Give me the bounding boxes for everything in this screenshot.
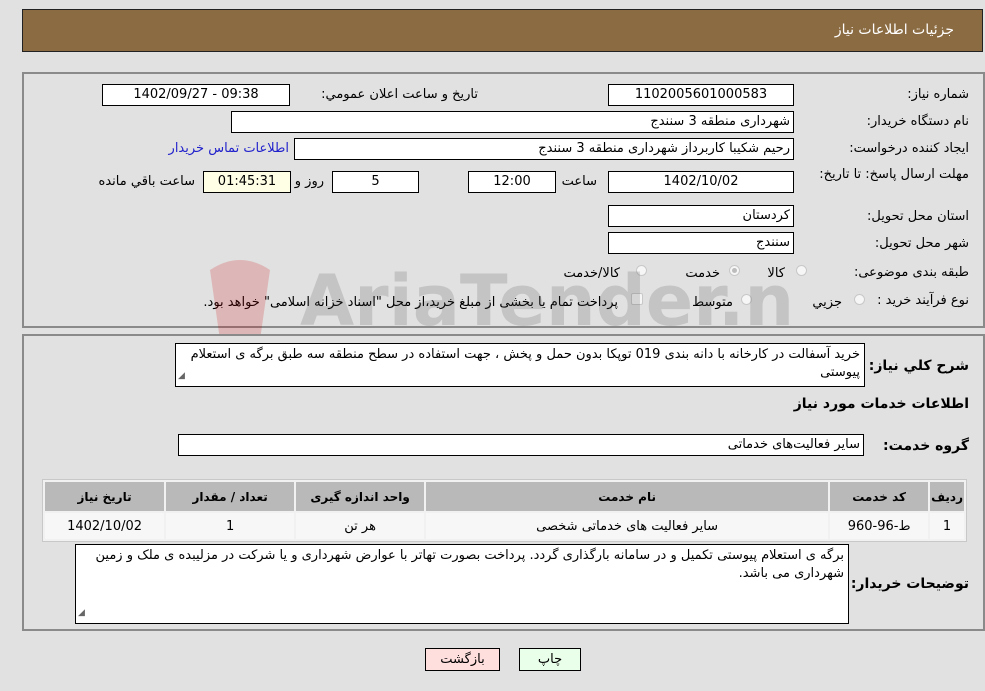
process-radio-medium[interactable] xyxy=(741,294,752,305)
services-title: اطلاعات خدمات مورد نیاز xyxy=(793,396,969,412)
col-need-date: تاریخ نیاز xyxy=(45,482,165,511)
payment-checkbox[interactable] xyxy=(631,293,643,305)
remaining-label: ساعت باقي مانده xyxy=(98,174,195,189)
buyer-notes-textarea[interactable]: برگه ی استعلام پیوستی تکمیل و در سامانه … xyxy=(75,544,849,624)
need-number-field: 1102005601000583 xyxy=(608,84,794,106)
col-quantity: تعداد / مقدار xyxy=(166,482,295,511)
col-row: ردیف xyxy=(930,482,964,511)
process-option-minor: جزیي xyxy=(812,295,842,310)
category-option-service: خدمت xyxy=(685,266,720,281)
creator-field: رحیم شکیبا کاربرداز شهرداری منطقه 3 سنند… xyxy=(294,138,794,160)
category-radio-goods-service[interactable] xyxy=(636,265,647,276)
table-header-row: ردیف کد خدمت نام خدمت واحد اندازه گیری ت… xyxy=(45,482,964,511)
announce-label: تاریخ و ساعت اعلان عمومي: xyxy=(321,87,478,102)
table-row: 1 ط-96-960 سایر فعالیت های خدماتی شخصی ه… xyxy=(45,513,964,539)
buyer-notes-label: توضیحات خریدار: xyxy=(850,576,969,592)
buyer-contact-link[interactable]: اطلاعات تماس خریدار xyxy=(169,141,289,156)
category-option-goods: کالا xyxy=(767,266,785,281)
creator-label: ایجاد کننده درخواست: xyxy=(849,141,969,156)
buyer-org-field: شهرداری منطقه 3 سنندج xyxy=(231,111,794,133)
resize-grip-icon[interactable]: ◢ xyxy=(178,367,185,385)
need-number-label: شماره نیاز: xyxy=(907,87,969,102)
city-label: شهر محل تحویل: xyxy=(874,236,969,251)
cell-unit: هر تن xyxy=(296,513,425,539)
deadline-time-field: 12:00 xyxy=(468,171,556,193)
details-panel: شماره نیاز: 1102005601000583 تاریخ و ساع… xyxy=(22,72,985,328)
service-group-label: گروه خدمت: xyxy=(883,438,969,454)
cell-need-date: 1402/10/02 xyxy=(45,513,165,539)
process-label: نوع فرآیند خرید : xyxy=(877,293,969,308)
deadline-date-field: 1402/10/02 xyxy=(608,171,794,193)
days-label: روز و xyxy=(294,174,324,189)
category-radio-goods[interactable] xyxy=(796,265,807,276)
category-label: طبقه بندی موضوعی: xyxy=(853,265,969,280)
needs-panel: شرح کلي نیاز: خرید آسفالت در کارخانه با … xyxy=(22,334,985,631)
days-field: 5 xyxy=(332,171,419,193)
page-title: جزئیات اطلاعات نیاز xyxy=(834,22,954,38)
cell-service-code: ط-96-960 xyxy=(830,513,929,539)
service-group-field: سایر فعالیت‌های خدماتی xyxy=(178,434,864,456)
buyer-notes-text: برگه ی استعلام پیوستی تکمیل و در سامانه … xyxy=(95,548,845,581)
process-radio-minor[interactable] xyxy=(854,294,865,305)
buyer-org-label: نام دستگاه خریدار: xyxy=(866,114,969,129)
process-option-medium: متوسط xyxy=(692,295,733,310)
province-field: کردستان xyxy=(608,205,794,227)
cell-row: 1 xyxy=(930,513,964,539)
cell-quantity: 1 xyxy=(166,513,295,539)
category-radio-service[interactable] xyxy=(729,265,740,276)
province-label: استان محل تحویل: xyxy=(867,209,969,224)
category-option-goods-service: کالا/خدمت xyxy=(563,266,620,281)
col-unit: واحد اندازه گیری xyxy=(296,482,425,511)
payment-note: پرداخت تمام یا بخشی از مبلغ خرید،از محل … xyxy=(203,295,618,310)
cell-service-name: سایر فعالیت های خدماتی شخصی xyxy=(426,513,829,539)
page-header: جزئیات اطلاعات نیاز xyxy=(22,9,983,52)
print-button[interactable]: چاپ xyxy=(519,648,581,671)
announce-field: 1402/09/27 - 09:38 xyxy=(102,84,290,106)
col-service-code: کد خدمت xyxy=(830,482,929,511)
summary-text: خرید آسفالت در کارخانه با دانه بندی 019 … xyxy=(190,347,860,380)
deadline-time-label: ساعت xyxy=(561,174,597,189)
col-service-name: نام خدمت xyxy=(426,482,829,511)
back-button[interactable]: بازگشت xyxy=(425,648,500,671)
deadline-label: مهلت ارسال پاسخ: تا تاریخ: xyxy=(819,167,969,182)
city-field: سنندج xyxy=(608,232,794,254)
resize-grip-icon[interactable]: ◢ xyxy=(78,604,85,622)
summary-label: شرح کلي نیاز: xyxy=(868,358,969,374)
services-table: ردیف کد خدمت نام خدمت واحد اندازه گیری ت… xyxy=(42,479,967,542)
summary-textarea[interactable]: خرید آسفالت در کارخانه با دانه بندی 019 … xyxy=(175,343,865,387)
remaining-time-field: 01:45:31 xyxy=(203,171,291,193)
